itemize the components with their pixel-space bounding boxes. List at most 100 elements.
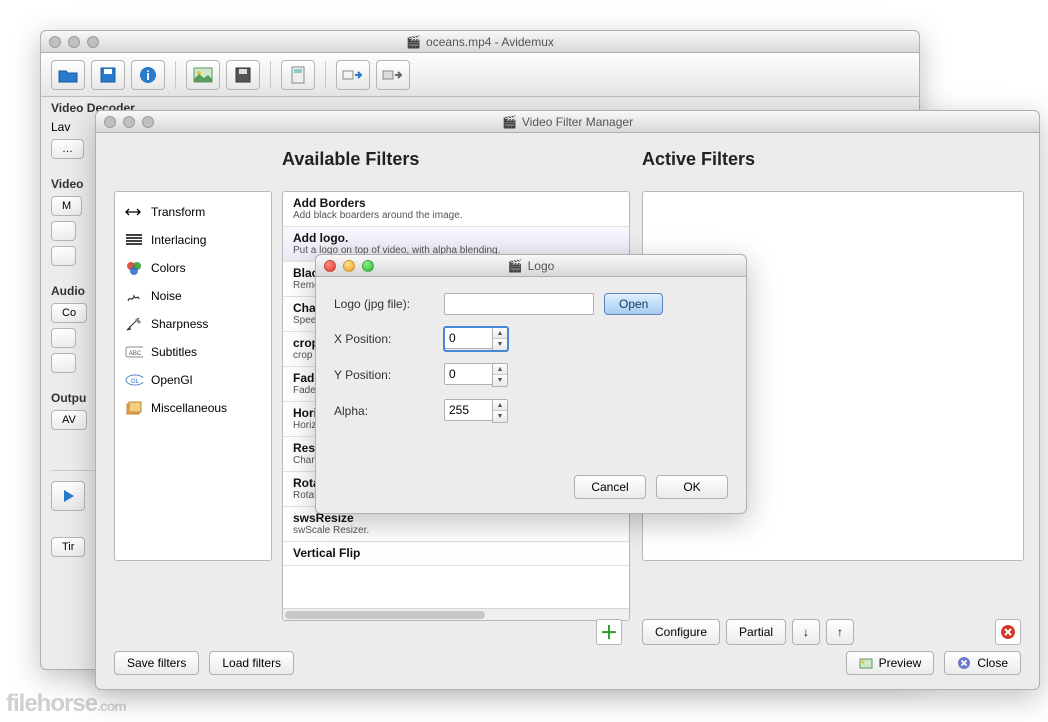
main-titlebar: 🎬 oceans.mp4 - Avidemux	[41, 31, 919, 53]
vfm-title: Video Filter Manager	[522, 115, 633, 129]
x-position-label: X Position:	[334, 332, 434, 346]
calc-button[interactable]	[281, 60, 315, 90]
preview-icon	[859, 656, 873, 670]
category-interlacing[interactable]: Interlacing	[115, 226, 271, 254]
cancel-button[interactable]: Cancel	[574, 475, 646, 499]
clapper-icon: 🎬	[508, 259, 523, 273]
audio-conf-button[interactable]	[51, 328, 76, 348]
main-title: oceans.mp4 - Avidemux	[426, 35, 554, 49]
horizontal-scrollbar[interactable]	[283, 608, 629, 620]
partial-button[interactable]: Partial	[726, 619, 786, 645]
filter-name: Add logo.	[293, 231, 619, 245]
category-colors[interactable]: Colors	[115, 254, 271, 282]
minimize-icon[interactable]	[68, 36, 80, 48]
ok-button[interactable]: OK	[656, 475, 728, 499]
category-label: Noise	[151, 289, 182, 303]
misc-icon	[125, 399, 143, 417]
play-button[interactable]	[51, 481, 85, 511]
x-position-spinner[interactable]: ▲▼	[444, 327, 508, 351]
spin-up-icon[interactable]: ▲	[493, 400, 507, 411]
close-icon[interactable]	[324, 260, 336, 272]
filter-row[interactable]: Vertical Flip	[283, 542, 629, 566]
filter-row[interactable]: Add BordersAdd black boarders around the…	[283, 192, 629, 227]
category-list: Transform Interlacing Colors Noise Sharpness…	[114, 191, 272, 561]
spin-down-icon[interactable]: ▼	[493, 339, 507, 350]
close-button[interactable]: Close	[944, 651, 1021, 675]
close-icon[interactable]	[49, 36, 61, 48]
logo-file-input[interactable]	[444, 293, 594, 315]
scrollbar-thumb[interactable]	[285, 611, 485, 619]
category-subtitles[interactable]: ABCSubtitles	[115, 338, 271, 366]
move-up-button[interactable]: ↑	[826, 619, 854, 645]
main-toolbar: i	[41, 53, 919, 97]
video-conf-button[interactable]	[51, 221, 76, 241]
open-file-button[interactable]	[51, 60, 85, 90]
load-filters-button[interactable]: Load filters	[209, 651, 294, 675]
filter-name: Add Borders	[293, 196, 619, 210]
category-label: OpenGl	[151, 373, 192, 387]
filter-desc: swScale Resizer.	[293, 525, 619, 536]
audio-codec-button[interactable]: Co	[51, 303, 87, 323]
clapper-icon: 🎬	[406, 35, 421, 49]
close-icon[interactable]	[104, 116, 116, 128]
video-codec-button[interactable]: M	[51, 196, 82, 216]
watermark: filehorse.com	[6, 690, 126, 718]
video-filter-button[interactable]	[51, 246, 76, 266]
interlacing-icon	[125, 231, 143, 249]
preview-button[interactable]: Preview	[846, 651, 935, 675]
logo-file-label: Logo (jpg file):	[334, 297, 434, 311]
zoom-icon[interactable]	[87, 36, 99, 48]
spin-up-icon[interactable]: ▲	[493, 364, 507, 375]
alpha-spinner[interactable]: ▲▼	[444, 399, 508, 423]
spin-up-icon[interactable]: ▲	[493, 328, 507, 339]
minimize-icon[interactable]	[123, 116, 135, 128]
category-misc[interactable]: Miscellaneous	[115, 394, 271, 422]
zoom-icon[interactable]	[142, 116, 154, 128]
time-button[interactable]: Tir	[51, 537, 85, 557]
process-button-2[interactable]	[376, 60, 410, 90]
category-label: Interlacing	[151, 233, 206, 247]
remove-filter-button[interactable]	[995, 619, 1021, 645]
sharpness-icon	[125, 315, 143, 333]
spin-down-icon[interactable]: ▼	[493, 411, 507, 422]
open-file-button[interactable]: Open	[604, 293, 663, 315]
alpha-label: Alpha:	[334, 404, 434, 418]
available-filters-heading: Available Filters	[282, 149, 419, 170]
save-filters-button[interactable]: Save filters	[114, 651, 199, 675]
image-button-1[interactable]	[186, 60, 220, 90]
configure-button[interactable]: Configure	[642, 619, 720, 645]
add-filter-button[interactable]: ＋	[596, 619, 622, 645]
audio-filter-button[interactable]	[51, 353, 76, 373]
category-noise[interactable]: Noise	[115, 282, 271, 310]
transform-icon	[125, 203, 143, 221]
decoder-config-button[interactable]: …	[51, 139, 84, 159]
filter-name: Vertical Flip	[293, 546, 619, 560]
move-down-button[interactable]: ↓	[792, 619, 820, 645]
category-transform[interactable]: Transform	[115, 198, 271, 226]
active-filters-heading: Active Filters	[642, 149, 755, 170]
plus-icon: ＋	[600, 619, 618, 645]
zoom-icon[interactable]	[362, 260, 374, 272]
save-button[interactable]	[91, 60, 125, 90]
info-button[interactable]: i	[131, 60, 165, 90]
y-position-input[interactable]	[444, 363, 492, 385]
svg-text:GL: GL	[131, 379, 140, 385]
minimize-icon[interactable]	[343, 260, 355, 272]
output-format-button[interactable]: AV	[51, 410, 87, 430]
x-position-input[interactable]	[444, 327, 492, 349]
alpha-input[interactable]	[444, 399, 492, 421]
category-sharpness[interactable]: Sharpness	[115, 310, 271, 338]
svg-text:ABC: ABC	[129, 351, 142, 357]
category-opengl[interactable]: GL OpenGl	[115, 366, 271, 394]
process-button-1[interactable]	[336, 60, 370, 90]
opengl-icon: GL	[125, 371, 143, 389]
spin-down-icon[interactable]: ▼	[493, 375, 507, 386]
category-label: Transform	[151, 205, 205, 219]
logo-dialog: 🎬Logo Logo (jpg file): Open X Position: …	[315, 254, 747, 514]
noise-icon	[125, 287, 143, 305]
y-position-spinner[interactable]: ▲▼	[444, 363, 508, 387]
save-image-button[interactable]	[226, 60, 260, 90]
subtitles-icon: ABC	[125, 343, 143, 361]
category-label: Miscellaneous	[151, 401, 227, 415]
logo-titlebar: 🎬Logo	[316, 255, 746, 277]
